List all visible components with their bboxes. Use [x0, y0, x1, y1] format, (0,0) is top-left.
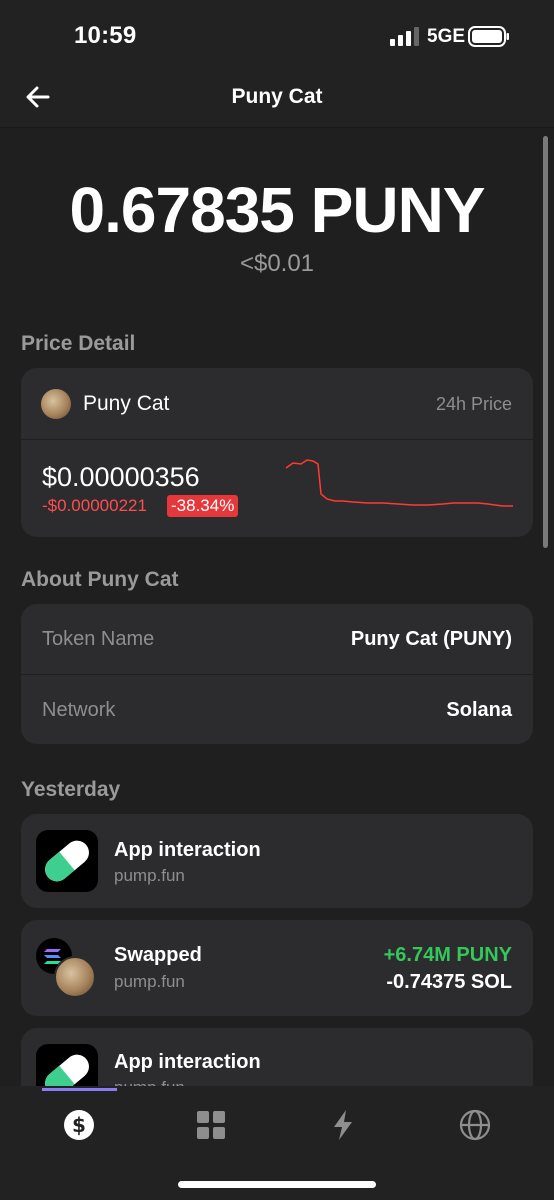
token-name-row: Token Name Puny Cat (PUNY): [21, 604, 533, 675]
price-detail-header: Puny Cat 24h Price: [21, 368, 533, 440]
token-name-key: Token Name: [42, 628, 155, 650]
token-balance: 0.67835 PUNY: [69, 174, 486, 246]
activity-title: App interaction: [114, 839, 261, 861]
about-label: About Puny Cat: [21, 568, 179, 591]
price-detail-card[interactable]: Puny Cat 24h Price $0.00000356 -$0.00000…: [21, 368, 533, 537]
activity-date-label: Yesterday: [21, 778, 121, 801]
nav-header: Puny Cat: [0, 66, 554, 128]
pill-icon: [36, 1044, 98, 1086]
page-title: Puny Cat: [231, 85, 323, 108]
dollar-icon[interactable]: $: [62, 1108, 96, 1142]
status-time: 10:59: [74, 22, 137, 49]
home-indicator[interactable]: [178, 1181, 376, 1188]
scroll-highlight: [42, 1088, 117, 1091]
coin-avatar: [41, 389, 71, 419]
scroll-content[interactable]: 0.67835 PUNY <$0.01 Price Detail Puny Ca…: [0, 128, 554, 1086]
coin-avatar: [54, 956, 96, 998]
activity-subtitle: pump.fun: [114, 866, 185, 885]
balance-usd-value: <$0.01: [239, 250, 315, 277]
signal-icon: [390, 27, 419, 46]
lightning-icon[interactable]: [326, 1108, 360, 1142]
activity-item[interactable]: App interaction pump.fun: [21, 814, 533, 908]
svg-text:$: $: [72, 1113, 86, 1137]
price-change-percent: -38.34%: [167, 495, 239, 517]
globe-icon[interactable]: [458, 1108, 492, 1142]
activity-subtitle: pump.fun: [114, 972, 185, 991]
network-key: Network: [42, 699, 116, 721]
coin-name: Puny Cat: [83, 392, 170, 415]
amount-sent: -0.74375 SOL: [386, 971, 512, 993]
token-name-value: Puny Cat (PUNY): [350, 628, 512, 650]
period-label: 24h Price: [435, 394, 512, 414]
price-detail-label: Price Detail: [21, 332, 136, 355]
current-price: $0.00000356: [42, 462, 200, 492]
about-card: Token Name Puny Cat (PUNY) Network Solan…: [21, 604, 533, 744]
activity-title: Swapped: [114, 944, 202, 966]
battery-icon: [468, 26, 509, 47]
price-sparkline: [285, 459, 513, 507]
pill-icon: [36, 830, 98, 892]
price-change: -$0.00000221: [42, 496, 147, 515]
network-label: 5GE: [427, 26, 466, 47]
network-value: Solana: [446, 699, 512, 721]
activity-item[interactable]: App interaction pump.fun: [21, 1028, 533, 1086]
grid-icon[interactable]: [194, 1108, 228, 1142]
activity-title: App interaction: [114, 1051, 261, 1073]
amount-received: +6.74M PUNY: [383, 944, 512, 966]
activity-subtitle: pump.fun: [114, 1078, 185, 1086]
status-bar: 10:59 5GE: [0, 0, 554, 66]
network-row: Network Solana: [21, 674, 533, 745]
activity-item[interactable]: Swapped pump.fun +6.74M PUNY -0.74375 SO…: [21, 920, 533, 1016]
